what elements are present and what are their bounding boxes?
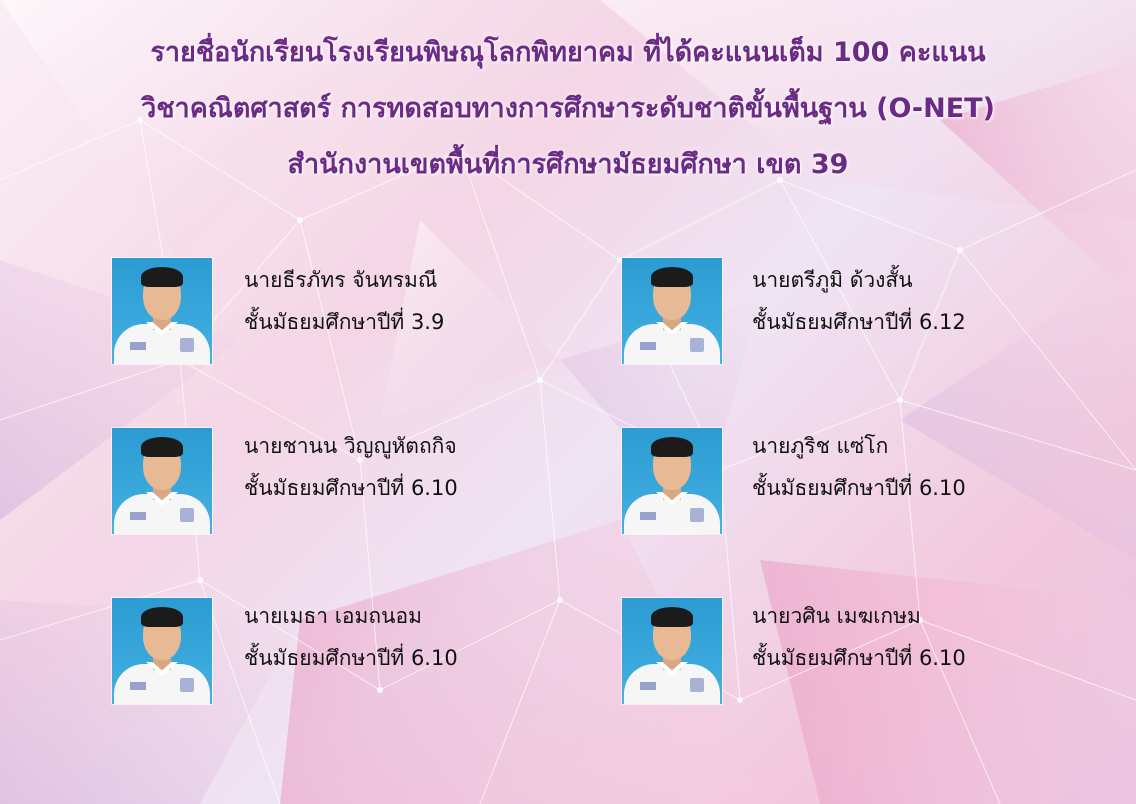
student-grade: ชั้นมัธยมศึกษาปีที่ 6.10 bbox=[244, 646, 458, 670]
student-name: นายภูริช แซ่โก bbox=[752, 434, 889, 458]
student-grade: ชั้นมัธยมศึกษาปีที่ 6.10 bbox=[752, 476, 966, 500]
student-name: นายตรีภูมิ ด้วงสั้น bbox=[752, 268, 913, 292]
student-photo bbox=[112, 258, 212, 364]
student-grade: ชั้นมัธยมศึกษาปีที่ 6.10 bbox=[752, 646, 966, 670]
student-photo bbox=[622, 598, 722, 704]
student-grade: ชั้นมัธยมศึกษาปีที่ 3.9 bbox=[244, 310, 445, 334]
student-grade: ชั้นมัธยมศึกษาปีที่ 6.10 bbox=[244, 476, 458, 500]
student-name: นายธีรภัทร จันทรมณี bbox=[244, 268, 438, 292]
student-photo bbox=[622, 428, 722, 534]
student-photo bbox=[112, 598, 212, 704]
student-name: นายเมธา เอมถนอม bbox=[244, 604, 422, 628]
student-grade: ชั้นมัธยมศึกษาปีที่ 6.12 bbox=[752, 310, 966, 334]
student-photo bbox=[622, 258, 722, 364]
student-name: นายวศิน เมฆเกษม bbox=[752, 604, 921, 628]
page-title-line-1: รายชื่อนักเรียนโรงเรียนพิษณุโลกพิทยาคม ท… bbox=[150, 37, 986, 68]
student-photo bbox=[112, 428, 212, 534]
page-title-line-3: สำนักงานเขตพื้นที่การศึกษามัธยมศึกษา เขต… bbox=[287, 149, 849, 180]
page-title-line-2: วิชาคณิตศาสตร์ การทดสอบทางการศึกษาระดับช… bbox=[141, 93, 995, 124]
student-name: นายชานน วิญญูหัตถกิจ bbox=[244, 434, 457, 458]
